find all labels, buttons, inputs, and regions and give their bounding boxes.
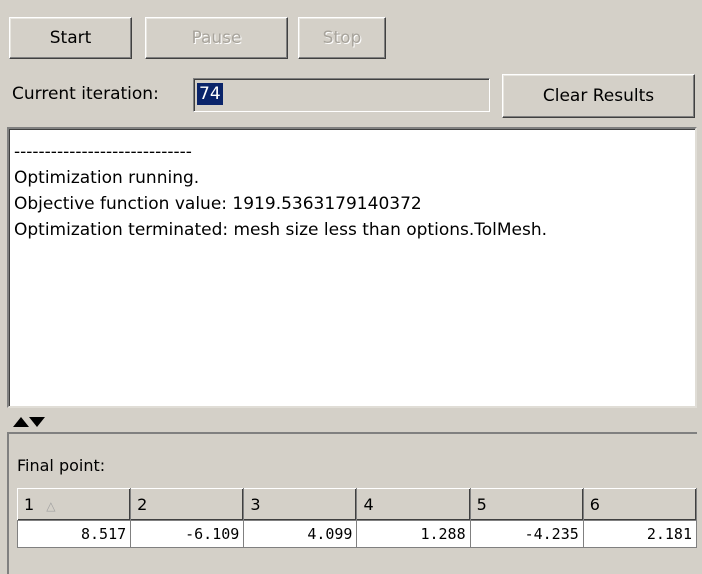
results-output-area[interactable]: ----------------------------- Optimizati… (7, 127, 697, 408)
final-point-panel: Final point: 1 △ 2 3 4 5 6 8.517 -6.109 4… (7, 432, 698, 574)
sort-ascending-icon: △ (46, 499, 56, 513)
current-iteration-value: 74 (197, 83, 223, 105)
column-header-label: 3 (250, 495, 261, 514)
column-header-3[interactable]: 3 (243, 488, 358, 521)
clear-results-button[interactable]: Clear Results (502, 74, 695, 118)
column-header-label: 1 (24, 495, 35, 514)
output-line: Optimization terminated: mesh size less … (14, 220, 548, 240)
optimization-window: Start Pause Stop Current iteration: 74 C… (0, 0, 702, 574)
final-point-table: 1 △ 2 3 4 5 6 8.517 -6.109 4.099 1.288 -4… (16, 488, 698, 548)
column-header-label: 6 (589, 495, 600, 514)
output-line: ----------------------------- (14, 142, 192, 162)
stop-button[interactable]: Stop (298, 17, 386, 59)
table-cell[interactable]: 4.099 (243, 520, 358, 548)
column-header-6[interactable]: 6 (582, 488, 698, 521)
start-button[interactable]: Start (9, 17, 132, 59)
pause-button[interactable]: Pause (145, 17, 288, 59)
column-header-5[interactable]: 5 (469, 488, 584, 521)
table-cell[interactable]: 2.181 (582, 520, 698, 548)
column-header-label: 5 (476, 495, 487, 514)
column-header-label: 2 (137, 495, 148, 514)
current-iteration-field[interactable]: 74 (193, 78, 490, 112)
column-header-1[interactable]: 1 △ (16, 488, 132, 521)
output-line: Objective function value: 1919.536317914… (14, 194, 422, 214)
table-cell[interactable]: 1.288 (356, 520, 471, 548)
final-point-label: Final point: (17, 456, 106, 475)
table-cell[interactable]: -6.109 (130, 520, 245, 548)
current-iteration-label: Current iteration: (12, 84, 159, 104)
panel-splitter[interactable] (0, 410, 702, 432)
expand-up-icon[interactable] (13, 417, 29, 427)
collapse-down-icon[interactable] (29, 417, 45, 427)
column-header-2[interactable]: 2 (130, 488, 245, 521)
table-cell[interactable]: 8.517 (16, 520, 132, 548)
column-header-label: 4 (363, 495, 374, 514)
output-line: Optimization running. (14, 168, 200, 188)
column-header-4[interactable]: 4 (356, 488, 471, 521)
table-row: 8.517 -6.109 4.099 1.288 -4.235 2.181 (16, 520, 698, 548)
table-cell[interactable]: -4.235 (469, 520, 584, 548)
